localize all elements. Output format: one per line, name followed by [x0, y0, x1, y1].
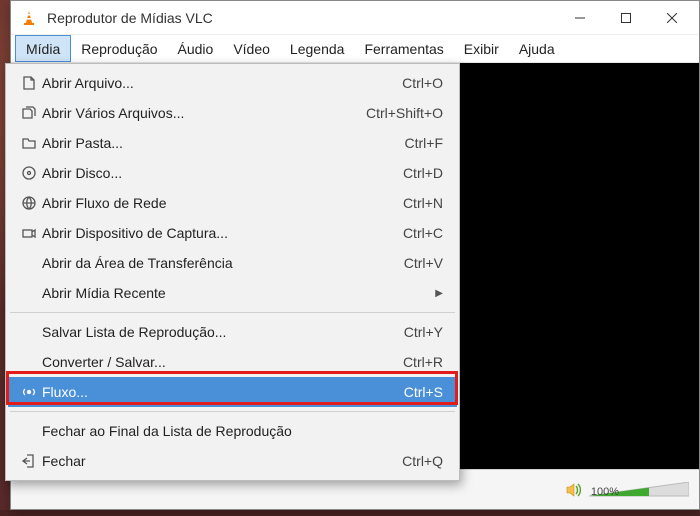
menu-ajuda[interactable]: Ajuda — [509, 35, 565, 62]
mi-open-folder[interactable]: Abrir Pasta... Ctrl+F — [8, 128, 457, 158]
crop-shadow — [0, 510, 700, 516]
stream-icon — [16, 384, 42, 400]
mi-stream[interactable]: Fluxo... Ctrl+S — [8, 377, 457, 407]
menu-audio[interactable]: Áudio — [168, 35, 224, 62]
vlc-cone-icon — [21, 10, 37, 26]
menu-separator — [10, 312, 455, 313]
volume-slider[interactable]: 100% — [589, 482, 689, 498]
midia-dropdown: Abrir Arquivo... Ctrl+O Abrir Vários Arq… — [5, 63, 460, 481]
chevron-right-icon: ▶ — [431, 288, 443, 299]
menu-video[interactable]: Vídeo — [223, 35, 280, 62]
window-title: Reprodutor de Mídias VLC — [47, 10, 213, 26]
mi-open-files[interactable]: Abrir Vários Arquivos... Ctrl+Shift+O — [8, 98, 457, 128]
mi-open-clipboard[interactable]: Abrir da Área de Transferência Ctrl+V — [8, 248, 457, 278]
menubar: Mídia Reprodução Áudio Vídeo Legenda Fer… — [11, 35, 699, 63]
disc-icon — [16, 165, 42, 181]
mi-open-capture[interactable]: Abrir Dispositivo de Captura... Ctrl+C — [8, 218, 457, 248]
close-button[interactable] — [649, 2, 695, 34]
menu-legenda[interactable]: Legenda — [280, 35, 355, 62]
network-icon — [16, 195, 42, 211]
menu-ferramentas[interactable]: Ferramentas — [354, 35, 453, 62]
menu-reproducao[interactable]: Reprodução — [71, 35, 167, 62]
speaker-icon — [565, 481, 583, 499]
mi-quit-after-playlist[interactable]: Fechar ao Final da Lista de Reprodução — [8, 416, 457, 446]
menu-separator — [10, 411, 455, 412]
menu-exibir[interactable]: Exibir — [454, 35, 509, 62]
file-icon — [16, 75, 42, 91]
exit-icon — [16, 453, 42, 469]
mi-open-network[interactable]: Abrir Fluxo de Rede Ctrl+N — [8, 188, 457, 218]
mi-open-disc[interactable]: Abrir Disco... Ctrl+D — [8, 158, 457, 188]
mi-open-recent[interactable]: Abrir Mídia Recente ▶ — [8, 278, 457, 308]
mi-convert-save[interactable]: Converter / Salvar... Ctrl+R — [8, 347, 457, 377]
minimize-button[interactable] — [557, 2, 603, 34]
folder-icon — [16, 135, 42, 151]
mi-save-playlist[interactable]: Salvar Lista de Reprodução... Ctrl+Y — [8, 317, 457, 347]
mi-quit[interactable]: Fechar Ctrl+Q — [8, 446, 457, 476]
capture-icon — [16, 225, 42, 241]
files-icon — [16, 105, 42, 121]
menu-midia[interactable]: Mídia — [15, 35, 71, 62]
volume-control[interactable]: 100% — [565, 481, 689, 499]
titlebar: Reprodutor de Mídias VLC — [11, 1, 699, 35]
volume-percent: 100% — [591, 486, 619, 498]
mi-open-file[interactable]: Abrir Arquivo... Ctrl+O — [8, 68, 457, 98]
window-controls — [557, 2, 695, 34]
maximize-button[interactable] — [603, 2, 649, 34]
